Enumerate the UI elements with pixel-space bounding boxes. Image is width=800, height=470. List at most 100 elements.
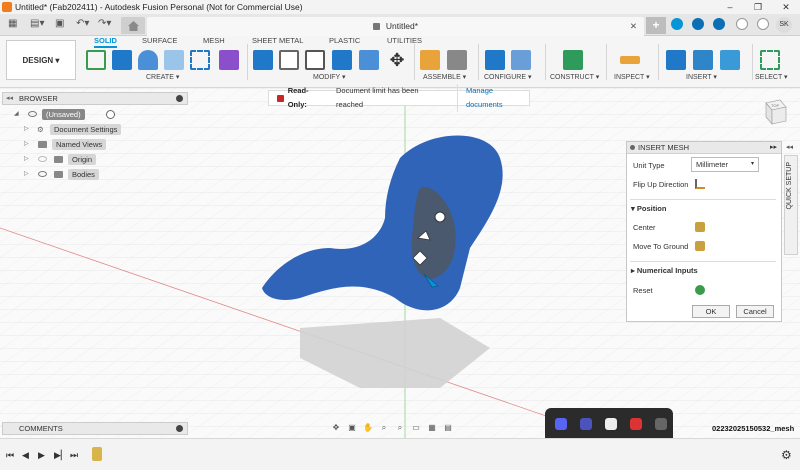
insert-mesh-icon[interactable]	[693, 50, 713, 70]
chamfer-icon[interactable]	[305, 50, 325, 70]
ok-button[interactable]: OK	[692, 305, 730, 318]
measure-icon[interactable]	[620, 56, 640, 64]
document-tab[interactable]: Untitled* ✕	[147, 17, 644, 36]
position-section[interactable]: ▾ Position	[631, 204, 666, 213]
tab-plastic[interactable]: PLASTIC	[329, 36, 360, 45]
tree-item-document-settings[interactable]: ▷ ⚙ Document Settings	[24, 123, 124, 136]
create-form-icon[interactable]	[219, 50, 239, 70]
tree-item-named-views[interactable]: ▷ Named Views	[24, 138, 124, 151]
expand-arrow-icon[interactable]: ▷	[24, 123, 29, 136]
joint-icon[interactable]	[447, 50, 467, 70]
play-icon[interactable]: ▶	[38, 450, 45, 461]
hidden-eye-icon[interactable]	[38, 156, 47, 162]
help-icon[interactable]	[757, 18, 769, 30]
fillet-icon[interactable]	[279, 50, 299, 70]
grid-menu-icon[interactable]: ▦	[8, 18, 17, 29]
tab-mesh[interactable]: MESH	[203, 36, 225, 45]
cancel-button[interactable]: Cancel	[736, 305, 774, 318]
teams-icon[interactable]	[580, 418, 592, 430]
browser-minimize-icon[interactable]	[176, 95, 183, 102]
unit-type-select[interactable]: Millimeter ▾	[691, 157, 759, 172]
home-tab[interactable]	[121, 17, 145, 34]
orbit-icon[interactable]: ✥	[330, 423, 342, 433]
select-icon[interactable]	[760, 50, 780, 70]
combine-icon[interactable]	[359, 50, 379, 70]
create-sketch-icon[interactable]	[86, 50, 106, 70]
tab-surface[interactable]: SURFACE	[142, 36, 177, 45]
offset-plane-icon[interactable]	[563, 50, 583, 70]
tree-item-origin[interactable]: ▷ Origin	[24, 153, 124, 166]
shell-icon[interactable]	[332, 50, 352, 70]
select-menu[interactable]: SELECT ▾	[755, 73, 788, 81]
zoom-window-icon[interactable]: ⌕	[394, 423, 406, 433]
pan-icon[interactable]: ✋	[362, 423, 374, 433]
flip-direction-icon[interactable]	[695, 179, 705, 189]
timeline-settings-gear-icon[interactable]: ⚙	[781, 448, 792, 462]
assemble-menu[interactable]: ASSEMBLE ▾	[423, 73, 466, 81]
zoom-icon[interactable]: ⌕	[378, 423, 390, 433]
move-to-ground-icon[interactable]	[695, 241, 705, 251]
expand-arrow-icon[interactable]: ◢	[14, 108, 19, 121]
go-to-end-icon[interactable]: ⏭	[70, 450, 78, 461]
expand-dialog-icon[interactable]: ▸▸	[770, 142, 777, 154]
expand-arrow-icon[interactable]: ▷	[24, 153, 29, 166]
add-comment-icon[interactable]	[176, 425, 183, 432]
tree-item-bodies[interactable]: ▷ Bodies	[24, 168, 124, 181]
move-copy-icon[interactable]: ✥	[387, 50, 407, 70]
quick-setup-tab[interactable]: QUICK SETUP	[784, 155, 798, 255]
display-settings-icon[interactable]: ▭	[410, 423, 422, 433]
configure-menu[interactable]: CONFIGURE ▾	[484, 73, 531, 81]
notifications-bell-icon[interactable]	[736, 18, 748, 30]
construct-menu[interactable]: CONSTRUCT ▾	[550, 73, 599, 81]
go-to-start-icon[interactable]: ⏮	[6, 450, 14, 461]
insert-image-icon[interactable]	[720, 50, 740, 70]
tray-app-icon[interactable]	[630, 418, 642, 430]
browser-panel-header[interactable]: ◂◂ BROWSER	[2, 92, 188, 105]
inspect-menu[interactable]: INSPECT ▾	[614, 73, 650, 81]
insert-derive-icon[interactable]	[666, 50, 686, 70]
visibility-eye-icon[interactable]	[28, 111, 37, 117]
expand-arrow-icon[interactable]: ▷	[24, 138, 29, 151]
job-status-icon[interactable]	[692, 18, 704, 30]
center-mesh-icon[interactable]	[695, 222, 705, 232]
viewports-icon[interactable]: ▤	[442, 423, 454, 433]
tab-sheet-metal[interactable]: SHEET METAL	[252, 36, 303, 45]
dialog-header[interactable]: INSERT MESH ▸▸	[627, 142, 781, 154]
grid-settings-icon[interactable]: ▦	[426, 423, 438, 433]
close-window-button[interactable]: ✕	[772, 0, 800, 14]
configure-table-icon[interactable]	[511, 50, 531, 70]
activate-radio-icon[interactable]	[106, 110, 115, 119]
insert-menu[interactable]: INSERT ▾	[686, 73, 717, 81]
create-menu[interactable]: CREATE ▾	[146, 73, 179, 81]
extrude-icon[interactable]	[112, 50, 132, 70]
close-tab-button[interactable]: ✕	[630, 17, 637, 36]
timeline-mesh-feature[interactable]	[92, 447, 102, 461]
minimize-button[interactable]: –	[716, 0, 744, 14]
modify-menu[interactable]: MODIFY ▾	[313, 73, 346, 81]
comments-panel-header[interactable]: COMMENTS	[2, 422, 188, 435]
look-at-icon[interactable]: ▣	[346, 423, 358, 433]
tab-utilities[interactable]: UTILITIES	[387, 36, 422, 45]
step-back-icon[interactable]: ◀	[22, 450, 29, 461]
redo-icon[interactable]: ↷▾	[98, 18, 111, 29]
revolve-icon[interactable]	[138, 50, 158, 70]
undo-icon[interactable]: ↶▾	[76, 18, 89, 29]
manage-documents-link[interactable]: Manage documents	[456, 84, 529, 112]
manipulator-center-handle[interactable]	[434, 211, 446, 223]
new-tab-button[interactable]: +	[646, 17, 666, 34]
file-menu-icon[interactable]: ▤▾	[30, 18, 44, 29]
discord-icon[interactable]	[555, 418, 567, 430]
new-component-icon[interactable]	[420, 50, 440, 70]
numerical-inputs-section[interactable]: ▸ Numerical Inputs	[631, 266, 698, 275]
camera-icon[interactable]	[655, 418, 667, 430]
collapse-side-panel-icon[interactable]: ◂◂	[786, 143, 793, 151]
save-icon[interactable]: ▣	[55, 18, 64, 29]
notifications-icon[interactable]	[713, 18, 725, 30]
expand-arrow-icon[interactable]: ▷	[24, 168, 29, 181]
view-cube[interactable]: TOP	[758, 98, 788, 128]
collapse-browser-icon[interactable]: ◂◂	[6, 93, 13, 104]
pattern-icon[interactable]	[190, 50, 210, 70]
workspace-switcher-button[interactable]: DESIGN ▾	[6, 40, 76, 80]
tree-item-root[interactable]: ◢ (Unsaved)	[14, 108, 115, 121]
maximize-button[interactable]: ❐	[744, 0, 772, 14]
